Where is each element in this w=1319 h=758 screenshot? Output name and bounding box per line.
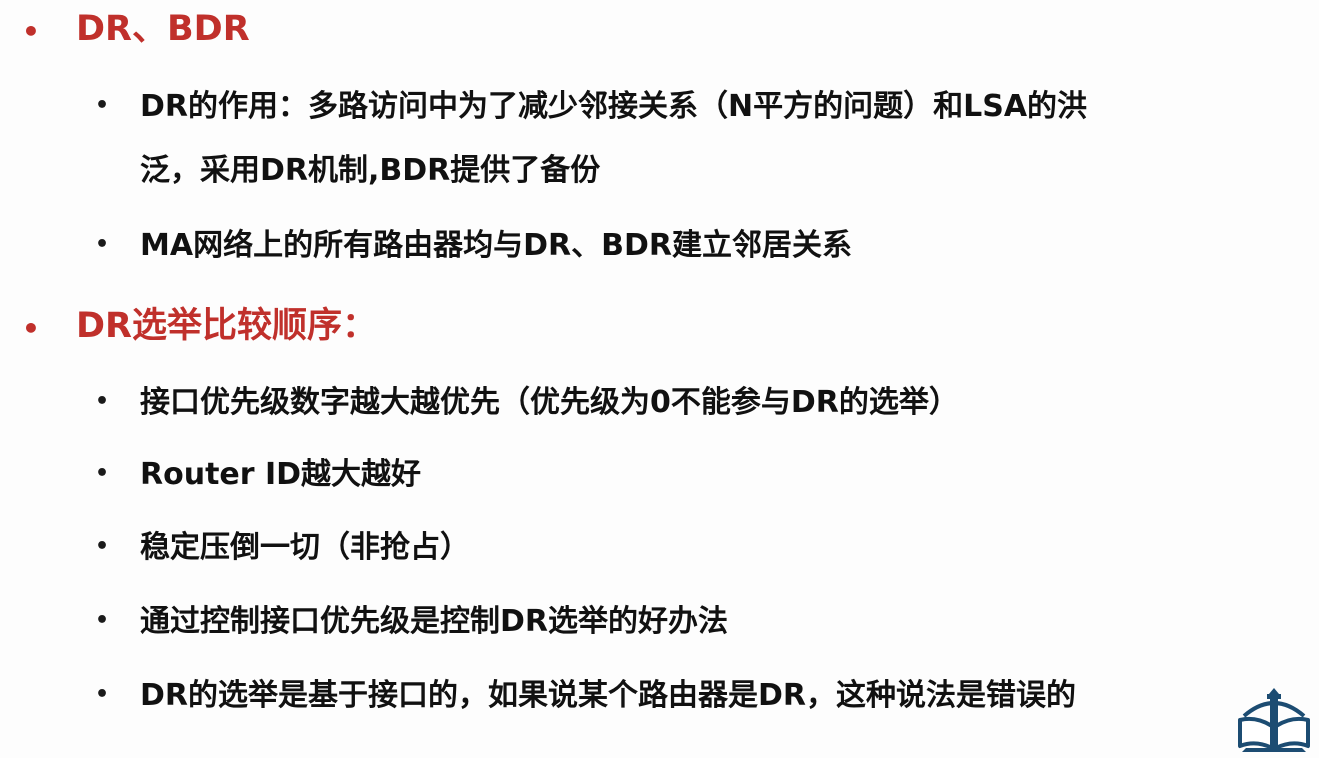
item-text: DR的选举是基于接口的，如果说某个路由器是DR，这种说法是错误的 xyxy=(140,678,1077,713)
slide: • DR、BDR • DR的作用：多路访问中为了减少邻接关系（N平方的问题）和L… xyxy=(0,0,1319,758)
item-bullet: • xyxy=(95,232,110,257)
item-bullet: • xyxy=(95,93,110,118)
item-bullet: • xyxy=(95,461,110,486)
item-text: MA网络上的所有路由器均与DR、BDR建立邻居关系 xyxy=(140,228,852,263)
section-title: DR选举比较顺序： xyxy=(76,306,378,346)
item-bullet: • xyxy=(95,389,110,414)
item-bullet: • xyxy=(95,534,110,559)
section-title: DR、BDR xyxy=(76,9,250,49)
item-bullet: • xyxy=(95,608,110,633)
item-text: 接口优先级数字越大越优先（优先级为0不能参与DR的选举） xyxy=(140,385,959,420)
item-text: DR的作用：多路访问中为了减少邻接关系（N平方的问题）和LSA的洪 泛，采用DR… xyxy=(140,89,1088,188)
item-text: 通过控制接口优先级是控制DR选举的好办法 xyxy=(140,604,729,639)
item-text: 稳定压倒一切（非抢占） xyxy=(140,530,470,565)
book-lighthouse-logo-icon xyxy=(1238,688,1310,752)
section-bullet: • xyxy=(22,312,40,345)
section-bullet: • xyxy=(22,15,40,48)
item-bullet: • xyxy=(95,682,110,707)
item-text: Router ID越大越好 xyxy=(140,457,422,492)
